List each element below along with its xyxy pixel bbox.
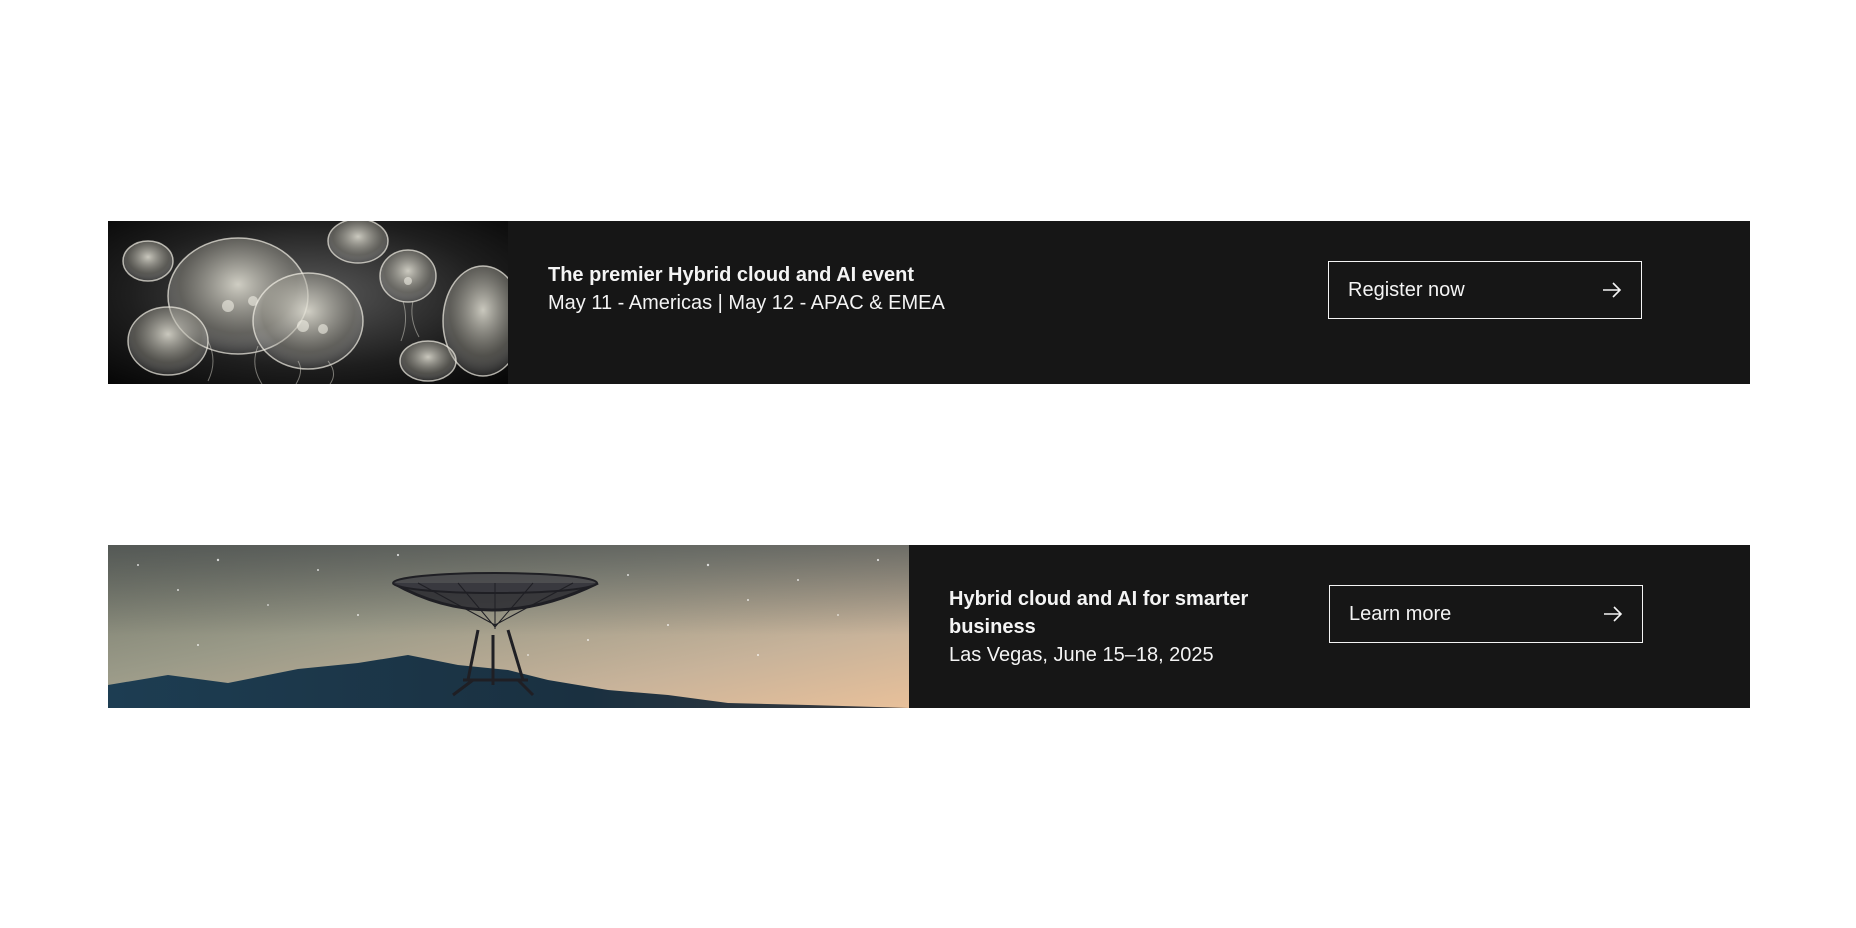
banner-location-dates: Las Vegas, June 15–18, 2025 — [949, 644, 1214, 666]
banner-title: Hybrid cloud and AI for smarter business — [949, 588, 1249, 638]
banner-text: The premier Hybrid cloud and AI event Ma… — [508, 221, 1288, 384]
register-now-button[interactable]: Register now — [1328, 261, 1642, 319]
banner-title: The premier Hybrid cloud and AI event — [548, 264, 914, 286]
event-banner-hybrid-cloud-ai-event[interactable]: The premier Hybrid cloud and AI event Ma… — [108, 221, 1750, 384]
banner-text: Hybrid cloud and AI for smarter business… — [909, 545, 1289, 708]
arrow-right-icon — [1602, 603, 1624, 625]
radio-telescope-image — [108, 545, 909, 708]
cta-label: Learn more — [1349, 602, 1452, 625]
arrow-right-icon — [1601, 279, 1623, 301]
cta-label: Register now — [1348, 278, 1465, 301]
page: The premier Hybrid cloud and AI event Ma… — [0, 0, 1856, 928]
jellyfish-image — [108, 221, 508, 384]
event-banner-smarter-business[interactable]: Hybrid cloud and AI for smarter business… — [108, 545, 1750, 708]
banner-dates: May 11 - Americas | May 12 - APAC & EMEA — [548, 292, 945, 314]
learn-more-button[interactable]: Learn more — [1329, 585, 1643, 643]
